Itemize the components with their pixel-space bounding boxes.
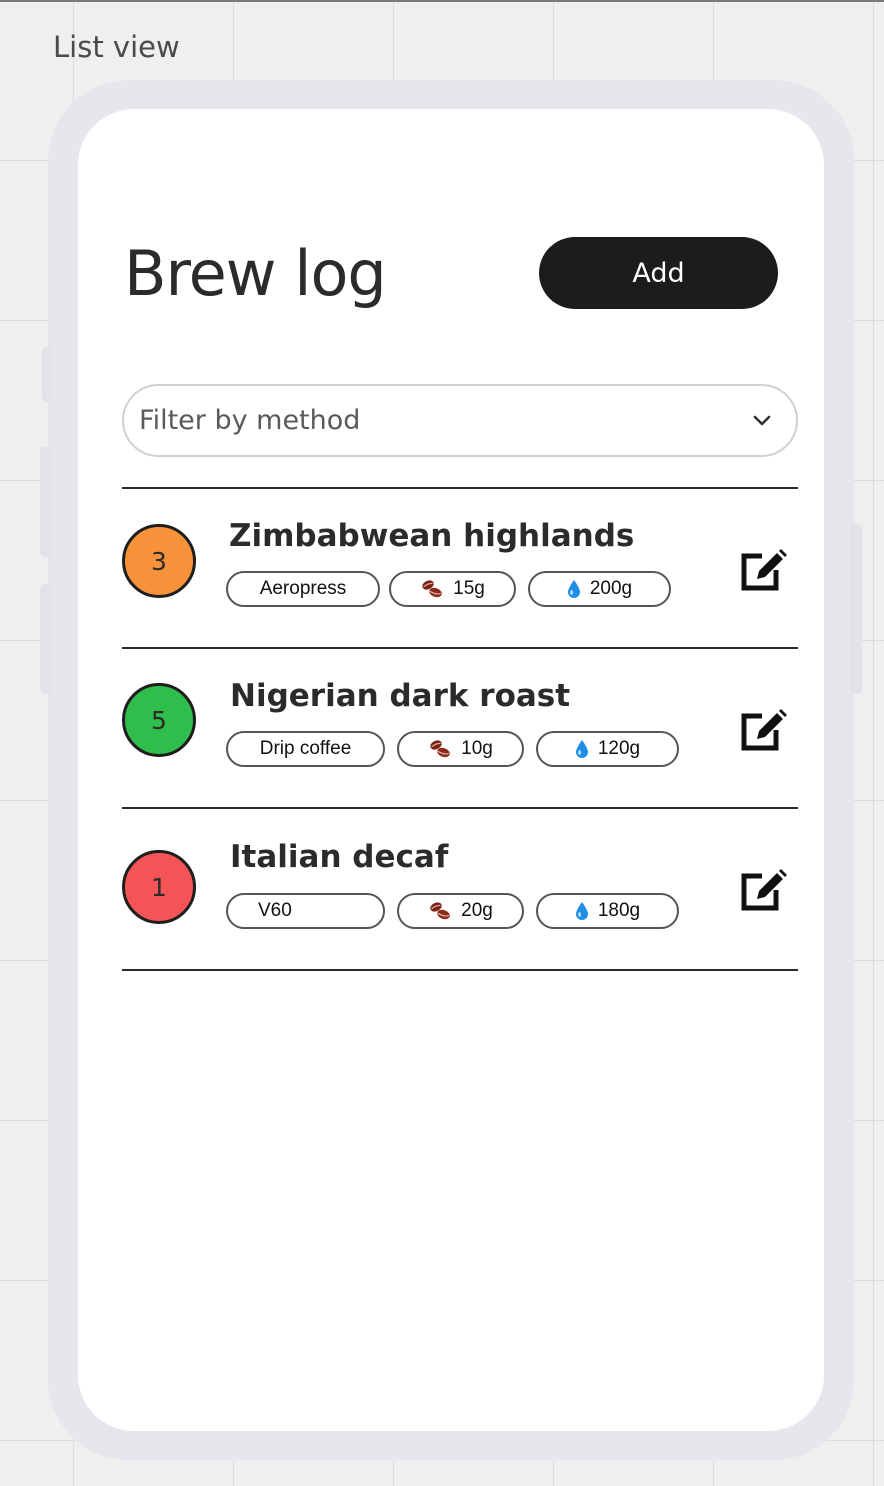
list-item[interactable]: 1 Italian decaf V60 20g 180g [78,809,824,967]
coffee-dose-tag: 10g [397,731,524,767]
coffee-dose-label: 10g [461,738,493,759]
water-amount-tag: 120g [536,731,679,767]
method-tag-label: V60 [258,900,292,921]
coffee-dose-label: 20g [461,900,493,921]
edit-icon[interactable] [738,867,788,913]
chevron-down-icon [753,415,771,426]
phone-power-button [850,524,862,694]
water-amount-label: 120g [597,738,641,759]
coffee-bean-icon [430,902,450,920]
water-amount-label: 180g [597,900,641,921]
coffee-bean-icon [422,580,442,598]
method-tag: Aeropress [226,571,380,607]
phone-screen: Brew log Add Filter by method 3 Zimbabwe… [78,109,824,1431]
coffee-dose-tag: 15g [389,571,516,607]
add-button[interactable]: Add [539,237,778,309]
edit-icon[interactable] [738,707,788,753]
method-tag: Drip coffee [226,731,385,767]
water-amount-tag: 200g [528,571,671,607]
phone-side-button [42,347,52,402]
list-item[interactable]: 3 Zimbabwean highlands Aeropress 15g 200… [78,489,824,647]
water-drop-icon [575,740,588,758]
water-drop-icon [567,580,580,598]
phone-volume-up-button [40,447,52,557]
water-amount-label: 200g [589,578,633,599]
edit-icon[interactable] [738,547,788,593]
coffee-name: Nigerian dark roast [230,678,571,714]
list-divider [122,969,798,971]
rating-badge: 3 [122,524,196,598]
list-item[interactable]: 5 Nigerian dark roast Drip coffee 10g 12… [78,649,824,807]
phone-volume-down-button [40,584,52,694]
coffee-dose-label: 15g [453,578,485,599]
method-tag: V60 [226,893,385,929]
filter-placeholder: Filter by method [139,405,361,436]
coffee-dose-tag: 20g [397,893,524,929]
water-amount-tag: 180g [536,893,679,929]
method-tag-label: Drip coffee [259,738,352,759]
coffee-bean-icon [430,740,450,758]
coffee-name: Zimbabwean highlands [229,518,635,554]
filter-by-method-select[interactable]: Filter by method [122,384,798,457]
method-tag-label: Aeropress [259,578,347,599]
page-title: Brew log [124,237,387,310]
frame-label: List view [53,30,180,64]
rating-badge: 5 [122,683,196,757]
rating-badge: 1 [122,850,196,924]
coffee-name: Italian decaf [230,839,449,875]
water-drop-icon [575,902,588,920]
